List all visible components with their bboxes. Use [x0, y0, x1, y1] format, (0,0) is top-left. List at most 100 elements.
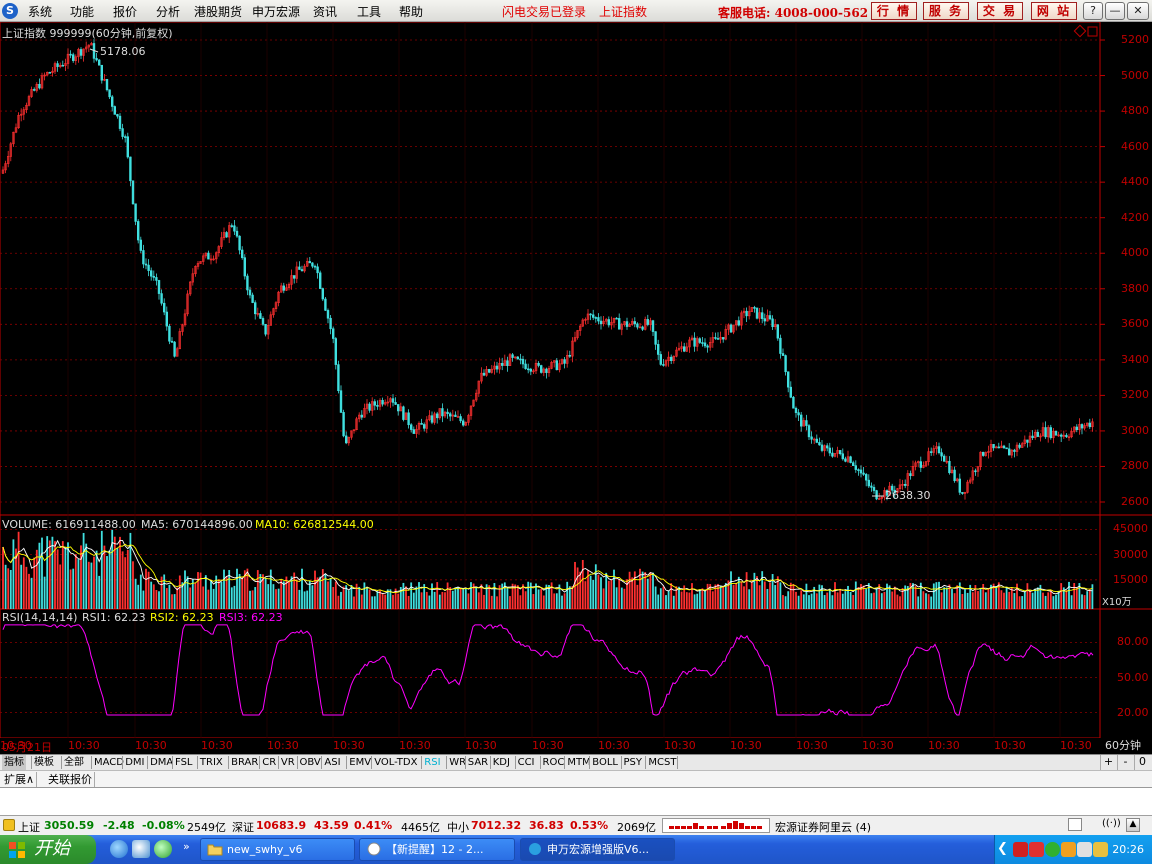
- candle: [966, 479, 969, 494]
- menu-tools[interactable]: 工具: [357, 3, 381, 20]
- tray-app-icon[interactable]: [1013, 842, 1028, 857]
- task-browser[interactable]: 【新提醒】12 - 2...: [359, 838, 515, 861]
- candle: [721, 337, 725, 343]
- app-logo-icon[interactable]: S: [2, 3, 18, 19]
- indicator-tab[interactable]: 指标: [2, 755, 26, 770]
- tray-media-icon[interactable]: [1045, 842, 1060, 857]
- menu-system[interactable]: 系统: [28, 3, 52, 20]
- close-icon[interactable]: ✕: [1127, 2, 1149, 20]
- candle: [589, 313, 592, 321]
- candle: [66, 48, 70, 69]
- volume-bar: [311, 585, 314, 609]
- indicator-tab[interactable]: DMI: [123, 755, 146, 770]
- tray-expand-icon[interactable]: ❮: [997, 841, 1008, 856]
- volume-bar: [282, 581, 285, 609]
- time-axis-label: 10:30: [333, 739, 365, 752]
- browser-icon[interactable]: [154, 840, 172, 858]
- window-icon[interactable]: [1068, 818, 1082, 831]
- indicator-tab[interactable]: OBV: [298, 755, 323, 770]
- indicator-tab[interactable]: PSY: [622, 755, 645, 770]
- zoom-out-button[interactable]: -: [1117, 755, 1133, 770]
- volume-bar: [306, 590, 309, 609]
- volume-axis-label: 45000: [1113, 522, 1148, 536]
- broker-server[interactable]: 宏源证券阿里云 (4): [775, 819, 871, 835]
- candle-body: [701, 342, 704, 344]
- help-icon[interactable]: ?: [1083, 2, 1103, 20]
- candle: [560, 358, 564, 365]
- menu-analysis[interactable]: 分析: [156, 3, 180, 20]
- menu-hk-futures[interactable]: 港股期货: [194, 3, 242, 20]
- minimize-icon[interactable]: —: [1105, 2, 1125, 20]
- indicator-tab[interactable]: KDJ: [491, 755, 512, 770]
- candle: [610, 316, 613, 330]
- desktop-icon[interactable]: [132, 840, 150, 858]
- indicator-tab[interactable]: ROC: [541, 755, 567, 770]
- indicator-tab[interactable]: FSL: [173, 755, 195, 770]
- candle: [456, 410, 460, 418]
- period-label[interactable]: 60分钟: [1100, 738, 1152, 754]
- tray-shield-icon[interactable]: [1093, 842, 1108, 857]
- sz-label[interactable]: 深证: [232, 819, 254, 835]
- tray-volume-icon[interactable]: [1077, 842, 1092, 857]
- tray-security-icon[interactable]: [1029, 842, 1044, 857]
- indicator-tab[interactable]: 全部: [62, 755, 86, 770]
- indicator-tab[interactable]: ASI: [322, 755, 342, 770]
- candle: [6, 150, 10, 168]
- ie-icon[interactable]: [110, 840, 128, 858]
- indicator-tab[interactable]: BOLL: [590, 755, 620, 770]
- volume-bar: [808, 595, 810, 609]
- candle: [493, 361, 496, 375]
- time-axis-label: 10:30: [598, 739, 630, 752]
- menu-swhy[interactable]: 申万宏源: [252, 3, 300, 20]
- task-folder[interactable]: new_swhy_v6: [200, 838, 355, 861]
- expand-tab[interactable]: 扩展∧: [2, 772, 38, 787]
- volume-bar: [207, 589, 210, 609]
- indicator-tab[interactable]: 模板: [32, 755, 56, 770]
- indicator-tab[interactable]: VR: [279, 755, 297, 770]
- service-button[interactable]: 服 务: [923, 2, 969, 20]
- task-swhy[interactable]: 申万宏源增强版V6...: [520, 838, 675, 861]
- quote-button[interactable]: 行 情: [871, 2, 917, 20]
- indicator-tab[interactable]: RSI: [422, 755, 442, 770]
- volume-bar: [779, 582, 782, 609]
- indicator-tab[interactable]: SAR: [466, 755, 490, 770]
- indicator-tab[interactable]: MACD: [92, 755, 126, 770]
- menu-info[interactable]: 资讯: [313, 3, 337, 20]
- candle: [391, 394, 395, 407]
- candle: [651, 319, 655, 337]
- kline-chart[interactable]: [0, 22, 1152, 738]
- menu-function[interactable]: 功能: [70, 3, 94, 20]
- zoom-in-button[interactable]: +: [1100, 755, 1116, 770]
- menu-quote[interactable]: 报价: [113, 3, 137, 20]
- indicator-tab[interactable]: VOL-TDX: [372, 755, 419, 770]
- volume-bar: [662, 586, 665, 609]
- market-breadth-bar: [662, 818, 770, 833]
- candle: [98, 58, 101, 66]
- website-button[interactable]: 网 站: [1031, 2, 1077, 20]
- settings-icon[interactable]: ▲: [1126, 818, 1140, 832]
- signal-icon[interactable]: ((·)): [1102, 818, 1121, 829]
- candle: [220, 231, 223, 249]
- chart-area[interactable]: 上证指数 999999(60分钟,前复权) 5178.06 2638.30 52…: [0, 22, 1152, 738]
- indicator-tab[interactable]: TRIX: [198, 755, 225, 770]
- clock[interactable]: 20:26: [1112, 843, 1144, 856]
- quicklaunch-more-icon[interactable]: »: [183, 840, 190, 853]
- start-button[interactable]: 开始: [0, 835, 96, 864]
- trade-button[interactable]: 交 易: [977, 2, 1023, 20]
- rsi-axis-label: 80.00: [1117, 635, 1149, 649]
- sh-label[interactable]: 上证: [18, 819, 40, 835]
- indicator-tab[interactable]: EMV: [347, 755, 373, 770]
- reset-button[interactable]: 0: [1134, 755, 1150, 770]
- volume-bar: [620, 587, 623, 609]
- tray-network-icon[interactable]: [1061, 842, 1076, 857]
- indicator-tab[interactable]: CR: [260, 755, 278, 770]
- related-quotes-tab[interactable]: 关联报价: [46, 772, 95, 787]
- indicator-tab[interactable]: CCI: [516, 755, 537, 770]
- indicator-tab[interactable]: BRAR: [229, 755, 260, 770]
- indicator-tab[interactable]: MCST: [646, 755, 678, 770]
- menu-help[interactable]: 帮助: [399, 3, 423, 20]
- lock-icon[interactable]: [3, 819, 15, 831]
- candle: [685, 342, 689, 352]
- volume-bar: [108, 550, 111, 609]
- zx-label[interactable]: 中小: [447, 819, 469, 835]
